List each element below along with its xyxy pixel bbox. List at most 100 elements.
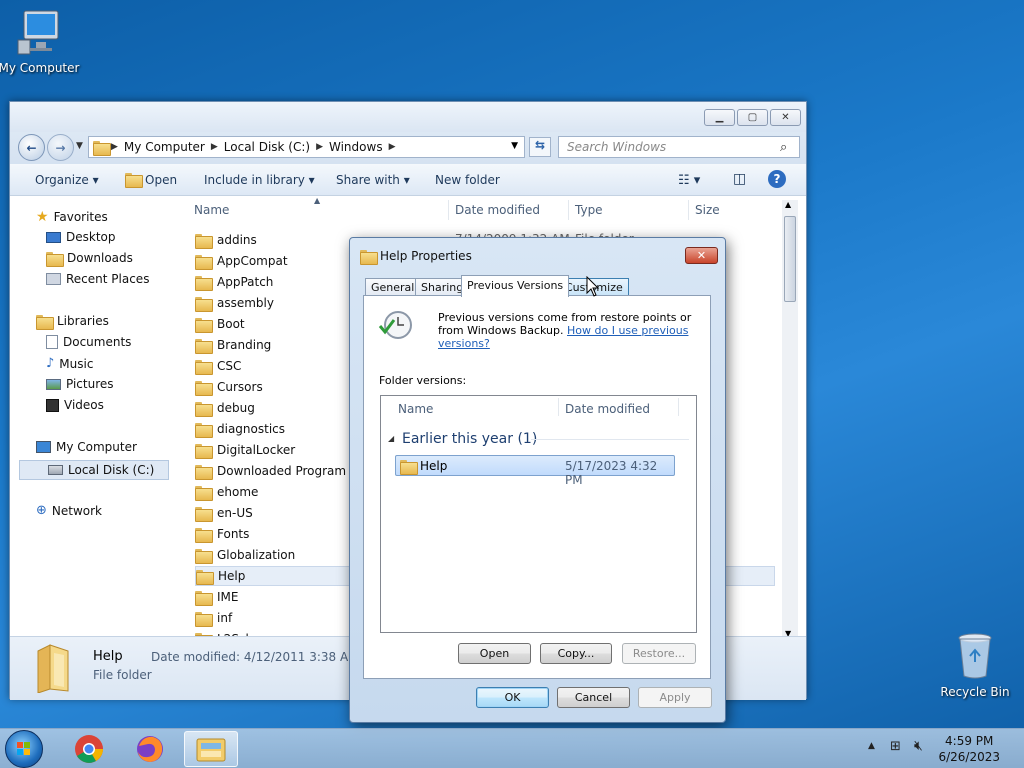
clock-date: 6/26/2023 (938, 750, 1000, 764)
documents-icon (46, 335, 58, 349)
clock[interactable]: 4:59 PM 6/26/2023 (938, 733, 1000, 765)
nav-local-disk[interactable]: Local Disk (C:) (19, 460, 169, 480)
folder-icon (195, 527, 213, 543)
breadcrumb-separator-icon[interactable]: ▶ (211, 142, 218, 152)
dialog-title: Help Properties (380, 249, 472, 263)
taskbar-firefox[interactable] (123, 731, 177, 767)
address-dropdown-icon[interactable]: ▼ (511, 141, 518, 151)
nav-desktop[interactable]: Desktop (46, 230, 116, 244)
open-version-button[interactable]: Open (458, 643, 531, 664)
column-header-type[interactable]: Type (575, 203, 603, 217)
show-hidden-icons-icon[interactable]: ▲ (868, 741, 875, 751)
new-folder-button[interactable]: New folder (435, 173, 500, 187)
column-header-name[interactable]: Name (194, 203, 229, 217)
help-icon[interactable]: ? (768, 170, 786, 188)
group-collapse-icon[interactable]: ◢ (388, 434, 394, 443)
file-name: assembly (217, 296, 274, 310)
dialog-close-button[interactable]: ✕ (685, 247, 718, 264)
column-header-date-modified[interactable]: Date modified (455, 203, 540, 217)
file-name: debug (217, 401, 255, 415)
copy-version-button[interactable]: Copy... (540, 643, 612, 664)
maximize-button[interactable]: ▢ (737, 109, 768, 126)
breadcrumb-separator-icon[interactable]: ▶ (316, 142, 323, 152)
taskbar-explorer[interactable] (184, 731, 238, 767)
breadcrumb-local-disk[interactable]: Local Disk (C:) (224, 140, 310, 154)
volume-muted-icon[interactable]: 🔇︎ (914, 738, 923, 754)
details-name: Help (93, 649, 123, 664)
share-with-button[interactable]: Share with ▾ (336, 173, 410, 187)
list-column-name[interactable]: Name (398, 402, 433, 416)
version-row-help[interactable]: Help 5/17/2023 4:32 PM (395, 455, 675, 487)
address-row: ← → ▼ ▶ My Computer ▶ Local Disk (C:) ▶ … (10, 132, 806, 164)
properties-dialog[interactable]: Help Properties ✕ General Sharing Previo… (349, 237, 726, 723)
column-header-size[interactable]: Size (695, 203, 720, 217)
list-column-date-modified[interactable]: Date modified (565, 402, 650, 416)
include-in-library-button[interactable]: Include in library ▾ (204, 173, 315, 187)
breadcrumb-my-computer[interactable]: My Computer (124, 140, 205, 154)
nav-downloads[interactable]: Downloads (46, 251, 133, 267)
sort-ascending-icon: ▲ (314, 196, 321, 205)
forward-button[interactable]: → (47, 134, 74, 161)
organize-button[interactable]: Organize ▾ (35, 173, 99, 187)
tab-general[interactable]: General (365, 278, 421, 296)
desktop-my-computer-label: My Computer (0, 61, 80, 75)
taskbar-chrome[interactable] (62, 731, 116, 767)
network-tray-icon[interactable]: ⊞ (890, 739, 901, 754)
nav-recent-places[interactable]: Recent Places (46, 272, 149, 286)
cancel-button[interactable]: Cancel (557, 687, 630, 708)
folder-icon (195, 443, 213, 459)
libraries-icon (36, 314, 54, 330)
folder-icon (195, 338, 213, 354)
nav-documents[interactable]: Documents (46, 335, 131, 349)
open-button[interactable]: Open (125, 173, 177, 188)
folder-icon (195, 233, 213, 249)
search-icon[interactable]: ⌕ (780, 140, 787, 155)
restore-version-button[interactable]: Restore... (622, 643, 696, 664)
taskbar: ▲ ⊞ 🔇︎ 4:59 PM 6/26/2023 (0, 728, 1024, 768)
scrollbar-thumb[interactable] (784, 216, 796, 302)
group-header[interactable]: Earlier this year (1) (402, 431, 537, 447)
nav-music[interactable]: ♪ Music (46, 356, 93, 371)
refresh-button[interactable]: ⇆ (529, 137, 551, 157)
ok-button[interactable]: OK (476, 687, 549, 708)
desktop-recycle-bin[interactable]: Recycle Bin (930, 630, 1020, 699)
scroll-up-icon[interactable]: ▲ (785, 200, 791, 209)
nav-videos[interactable]: Videos (46, 398, 104, 412)
folder-versions-list[interactable]: Name Date modified ◢ Earlier this year (… (380, 395, 697, 633)
breadcrumb-separator-icon[interactable]: ▶ (111, 142, 118, 152)
close-button[interactable]: ✕ (770, 109, 801, 126)
file-list-scrollbar[interactable]: ▲ ▼ (782, 200, 798, 638)
desktop-my-computer[interactable]: My Computer (0, 8, 84, 75)
navigation-pane: ★ Favorites Desktop Downloads Recent Plac… (10, 196, 175, 636)
folder-icon (195, 401, 213, 417)
file-name: ehome (217, 485, 259, 499)
tab-previous-versions[interactable]: Previous Versions (461, 275, 570, 297)
start-button[interactable] (5, 730, 43, 768)
recent-pages-chevron-icon[interactable]: ▼ (76, 141, 83, 151)
file-name: AppPatch (217, 275, 274, 289)
nav-my-computer[interactable]: My Computer (36, 440, 137, 454)
folder-icon (195, 380, 213, 396)
nav-network[interactable]: ⊕ Network (36, 503, 102, 518)
search-input[interactable]: Search Windows (558, 136, 800, 158)
nav-libraries[interactable]: Libraries (36, 314, 109, 330)
nav-pictures[interactable]: Pictures (46, 377, 114, 391)
details-date: Date modified: 4/12/2011 3:38 AM (151, 650, 359, 664)
folder-icon (195, 485, 213, 501)
view-options-icon[interactable]: ☷ ▾ (678, 173, 700, 188)
back-button[interactable]: ← (18, 134, 45, 161)
drive-icon (48, 465, 63, 475)
explorer-titlebar[interactable]: ▁ ▢ ✕ (10, 102, 806, 132)
address-bar[interactable]: ▶ My Computer ▶ Local Disk (C:) ▶ Window… (88, 136, 525, 158)
close-icon: ✕ (696, 249, 707, 262)
downloads-folder-icon (46, 251, 64, 267)
nav-favorites[interactable]: ★ Favorites (36, 209, 108, 225)
file-name: Globalization (217, 548, 296, 562)
preview-pane-icon[interactable]: ◫ (733, 171, 746, 187)
version-name: Help (420, 459, 448, 473)
folder-versions-label: Folder versions: (379, 374, 467, 387)
breadcrumb-separator-icon[interactable]: ▶ (389, 142, 396, 152)
breadcrumb-windows[interactable]: Windows (329, 140, 383, 154)
minimize-button[interactable]: ▁ (704, 109, 735, 126)
apply-button[interactable]: Apply (638, 687, 712, 708)
